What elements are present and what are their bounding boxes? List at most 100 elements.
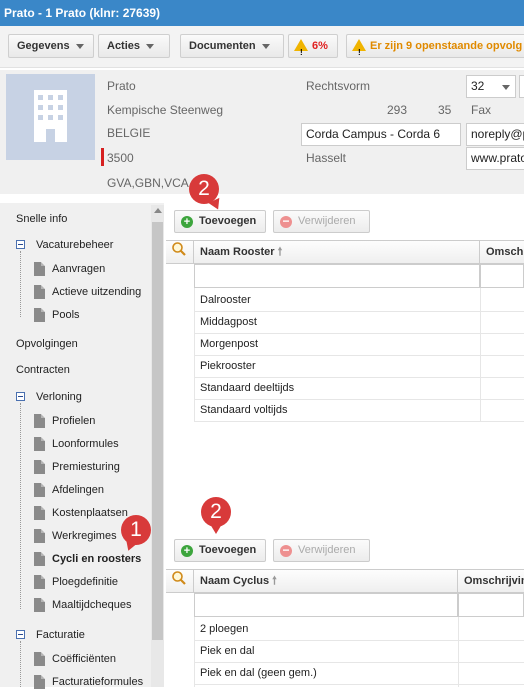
annotation-badge-2: 2: [201, 497, 231, 527]
search-icon[interactable]: [166, 241, 194, 264]
required-indicator: [101, 148, 104, 166]
collapse-icon[interactable]: [16, 630, 25, 639]
documenten-label: Documenten: [189, 40, 256, 52]
delete-icon: −: [280, 215, 292, 228]
rechtsvorm-extra-field[interactable]: [519, 75, 524, 98]
filter-omschrijving-input[interactable]: [458, 593, 524, 617]
sidebar-item-ploegdefinitie[interactable]: Ploegdefinitie: [52, 576, 118, 588]
sidebar-item-kostenplaatsen[interactable]: Kostenplaatsen: [52, 507, 128, 519]
company-codes: GVA,GBN,VCA: [107, 176, 189, 190]
open-followups-button[interactable]: ! Er zijn 9 openstaande opvolg: [346, 34, 524, 58]
document-icon: [34, 285, 45, 299]
document-icon: [34, 575, 45, 589]
table-row[interactable]: Piekrooster: [194, 356, 524, 378]
tree-line: [20, 641, 21, 687]
table-row[interactable]: Piek en dal: [194, 641, 524, 663]
column-header-naam-rooster[interactable]: Naam Rooster 🠕: [194, 241, 480, 264]
annotation-pointer: [210, 524, 222, 534]
table-row[interactable]: 2 ploegen: [194, 619, 524, 641]
sort-up-icon: 🠕: [277, 246, 283, 258]
add-cyclus-label: Toevoegen: [199, 544, 257, 556]
table-row[interactable]: Morgenpost: [194, 334, 524, 356]
acties-menu-button[interactable]: Acties: [98, 34, 170, 58]
company-postcode: 3500: [107, 151, 134, 165]
sidebar-item-contracten[interactable]: Contracten: [16, 364, 70, 376]
sidebar-scroll-thumb[interactable]: [152, 222, 163, 640]
rechtsvorm-label: Rechtsvorm: [306, 79, 371, 93]
risk-warning-button[interactable]: ! 6%: [288, 34, 338, 58]
sidebar-group-vacaturebeheer[interactable]: Vacaturebeheer: [36, 239, 113, 251]
column-header-omschrijving[interactable]: Omschr: [480, 241, 524, 264]
add-rooster-label: Toevoegen: [199, 215, 257, 227]
sidebar-item-loonformules[interactable]: Loonformules: [52, 438, 119, 450]
document-icon: [34, 414, 45, 428]
open-followups-label: Er zijn 9 openstaande opvolg: [370, 40, 523, 52]
delete-cyclus-label: Verwijderen: [298, 544, 356, 556]
document-icon: [34, 483, 45, 497]
plus-icon: +: [181, 216, 193, 228]
sidebar-item-opvolgingen[interactable]: Opvolgingen: [16, 338, 78, 350]
documenten-menu-button[interactable]: Documenten: [180, 34, 284, 58]
sidebar-item-profielen[interactable]: Profielen: [52, 415, 95, 427]
fax-label: Fax: [471, 103, 492, 117]
roosters-grid: Naam Rooster 🠕 Omschr Dalrooster Middagp…: [166, 240, 524, 422]
sidebar-item-werkregimes[interactable]: Werkregimes: [52, 530, 117, 542]
table-row[interactable]: Standaard deeltijds: [194, 378, 524, 400]
caret-down-icon: [146, 43, 155, 49]
collapse-icon[interactable]: [16, 240, 25, 249]
column-header-label: Naam Cyclus: [200, 575, 270, 587]
delete-icon: −: [280, 544, 292, 557]
email-field[interactable]: noreply@p: [466, 123, 524, 146]
document-icon: [34, 308, 45, 322]
table-row[interactable]: Standaard voltijds: [194, 400, 524, 422]
document-icon: [34, 529, 45, 543]
sidebar-item-actieve-uitzending[interactable]: Actieve uitzending: [52, 286, 141, 298]
scroll-up-icon[interactable]: [154, 208, 162, 213]
tree-line: [20, 251, 21, 317]
company-city: Hasselt: [306, 151, 347, 165]
company-bus-number: 35: [438, 103, 452, 117]
add-cyclus-button[interactable]: + Toevoegen: [174, 539, 266, 562]
cycli-grid: Naam Cyclus 🠕 Omschrijvin 2 ploegen Piek…: [166, 569, 524, 687]
warning-percentage: 6%: [312, 40, 328, 52]
sidebar-item-cycli-en-roosters[interactable]: Cycli en roosters: [52, 553, 141, 565]
window-title: Prato - 1 Prato (klnr: 27639): [0, 0, 524, 26]
document-icon: [34, 598, 45, 612]
document-icon: [34, 506, 45, 520]
gegevens-menu-button[interactable]: Gegevens: [8, 34, 94, 58]
delete-cyclus-button: − Verwijderen: [273, 539, 370, 562]
caret-down-icon: [502, 85, 510, 90]
table-row[interactable]: Dalrooster: [194, 290, 524, 312]
tree-line: [20, 403, 21, 609]
delete-rooster-label: Verwijderen: [298, 215, 356, 227]
sidebar-item-aanvragen[interactable]: Aanvragen: [52, 263, 105, 275]
add-rooster-button[interactable]: + Toevoegen: [174, 210, 266, 233]
table-row[interactable]: Piek en dal (geen gem.): [194, 663, 524, 685]
sidebar-item-facturatieformules[interactable]: Facturatieformules: [52, 676, 143, 688]
sidebar-item-snelle-info[interactable]: Snelle info: [16, 213, 67, 225]
search-icon[interactable]: [166, 570, 194, 593]
column-header-naam-cyclus[interactable]: Naam Cyclus 🠕: [194, 570, 458, 593]
sidebar-item-maaltijdcheques[interactable]: Maaltijdcheques: [52, 599, 132, 611]
sidebar-group-facturatie[interactable]: Facturatie: [36, 629, 85, 641]
company-street: Kempische Steenweg: [107, 103, 224, 117]
collapse-icon[interactable]: [16, 392, 25, 401]
filter-naam-cyclus-input[interactable]: [194, 593, 458, 617]
company-country: BELGIE: [107, 126, 151, 140]
sidebar-item-pools[interactable]: Pools: [52, 309, 80, 321]
sidebar-item-afdelingen[interactable]: Afdelingen: [52, 484, 104, 496]
toolbar: Gegevens Acties Documenten ! 6% ! Er zijn …: [0, 26, 524, 68]
sidebar-item-premiesturing[interactable]: Premiesturing: [52, 461, 120, 473]
column-header-omschrijving[interactable]: Omschrijvin: [458, 570, 524, 593]
rechtsvorm-value: 32: [471, 79, 485, 93]
warning-icon: !: [352, 39, 366, 57]
filter-naam-rooster-input[interactable]: [194, 264, 480, 288]
rechtsvorm-select[interactable]: 32: [466, 75, 516, 98]
column-header-label: Naam Rooster: [200, 246, 275, 258]
sidebar-item-coefficienten[interactable]: Coëfficiënten: [52, 653, 116, 665]
filter-omschrijving-input[interactable]: [480, 264, 524, 288]
building-field[interactable]: Corda Campus - Corda 6: [301, 123, 461, 146]
table-row[interactable]: Middagpost: [194, 312, 524, 334]
sidebar-group-verloning[interactable]: Verloning: [36, 391, 82, 403]
website-field[interactable]: www.prato: [466, 147, 524, 170]
